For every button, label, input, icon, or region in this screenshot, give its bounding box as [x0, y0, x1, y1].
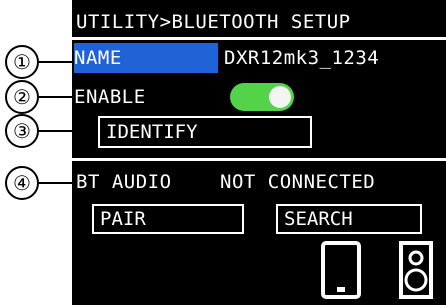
pair-button[interactable]: PAIR: [92, 204, 244, 234]
identify-button-label: IDENTIFY: [106, 121, 198, 143]
screen-title: UTILITY>BLUETOOTH SETUP: [76, 11, 351, 33]
bt-audio-label: BT AUDIO: [76, 171, 172, 193]
search-button[interactable]: SEARCH: [276, 204, 422, 234]
name-label: NAME: [74, 47, 122, 69]
header-divider: [72, 37, 446, 40]
search-button-label: SEARCH: [284, 208, 353, 230]
callout-3: ③: [5, 114, 39, 148]
speaker-icon: [398, 240, 434, 304]
pair-button-label: PAIR: [100, 208, 146, 230]
enable-label: ENABLE: [74, 86, 146, 108]
callout-1: ①: [5, 45, 39, 79]
callout-4-leader: [38, 182, 74, 184]
bluetooth-setup-screen: UTILITY>BLUETOOTH SETUP NAME DXR12mk3_12…: [72, 0, 446, 305]
callout-2: ②: [5, 80, 39, 114]
toggle-knob: [269, 86, 291, 108]
name-value[interactable]: DXR12mk3_1234: [224, 47, 379, 69]
section-divider: [72, 158, 446, 161]
callout-1-leader: [38, 61, 74, 63]
callout-2-leader: [38, 96, 74, 98]
bt-audio-status: NOT CONNECTED: [220, 171, 376, 193]
callout-4: ④: [5, 166, 39, 200]
identify-button[interactable]: IDENTIFY: [98, 116, 312, 148]
enable-toggle[interactable]: [230, 83, 294, 111]
smartphone-icon: [320, 240, 362, 304]
